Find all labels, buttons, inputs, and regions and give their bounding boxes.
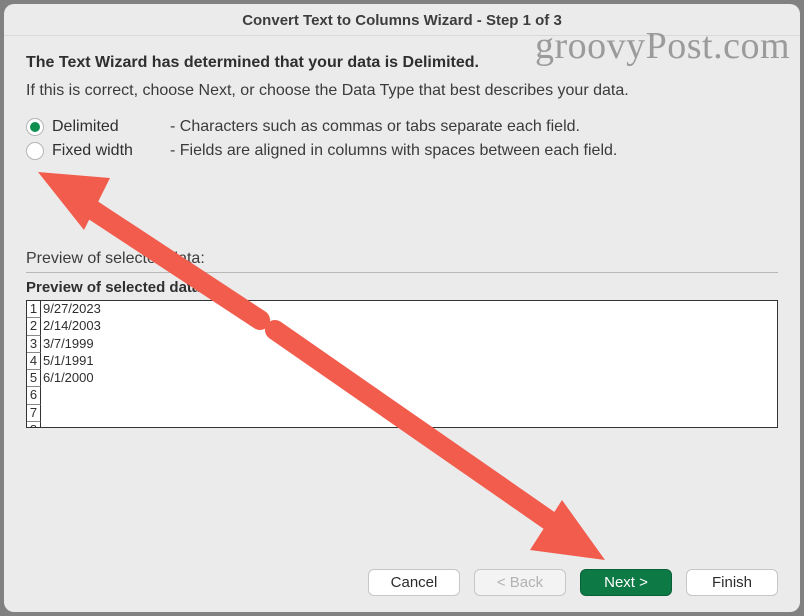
next-button[interactable]: Next > <box>580 569 672 596</box>
table-row: 7 <box>27 405 777 422</box>
row-number: 4 <box>27 353 41 370</box>
data-preview-grid: 19/27/2023 22/14/2003 33/7/1999 45/1/199… <box>26 300 778 428</box>
row-value <box>41 405 777 422</box>
back-button: < Back <box>474 569 566 596</box>
row-number: 7 <box>27 405 41 422</box>
row-value: 9/27/2023 <box>41 301 777 318</box>
wizard-content: The Text Wizard has determined that your… <box>4 36 800 559</box>
wizard-heading: The Text Wizard has determined that your… <box>26 54 778 72</box>
row-number: 3 <box>27 336 41 353</box>
row-value <box>41 422 777 428</box>
row-value: 6/1/2000 <box>41 370 777 387</box>
row-value: 5/1/1991 <box>41 353 777 370</box>
radio-delimited[interactable] <box>26 118 44 136</box>
table-row: 56/1/2000 <box>27 370 777 387</box>
radio-fixed-width[interactable] <box>26 142 44 160</box>
table-row: 45/1/1991 <box>27 353 777 370</box>
preview-label: Preview of selected data: <box>26 250 778 268</box>
row-number: 8 <box>27 422 41 428</box>
option-fixed-width[interactable]: Fixed width - Fields are aligned in colu… <box>26 142 778 160</box>
option-fixed-width-label: Fixed width <box>52 142 162 160</box>
data-type-options: Delimited - Characters such as commas or… <box>26 118 778 160</box>
row-number: 2 <box>27 318 41 335</box>
wizard-buttons: Cancel < Back Next > Finish <box>4 559 800 612</box>
option-delimited-desc: - Characters such as commas or tabs sepa… <box>170 118 580 136</box>
table-row: 6 <box>27 387 777 404</box>
cancel-button[interactable]: Cancel <box>368 569 460 596</box>
option-delimited-label: Delimited <box>52 118 162 136</box>
row-value: 2/14/2003 <box>41 318 777 335</box>
option-delimited[interactable]: Delimited - Characters such as commas or… <box>26 118 778 136</box>
option-fixed-width-desc: - Fields are aligned in columns with spa… <box>170 142 617 160</box>
row-value <box>41 387 777 404</box>
window-title: Convert Text to Columns Wizard - Step 1 … <box>4 4 800 36</box>
row-number: 1 <box>27 301 41 318</box>
wizard-window: Convert Text to Columns Wizard - Step 1 … <box>4 4 800 612</box>
preview-box: Preview of selected data: 19/27/2023 22/… <box>26 272 778 428</box>
table-row: 8 <box>27 422 777 428</box>
table-row: 22/14/2003 <box>27 318 777 335</box>
row-number: 5 <box>27 370 41 387</box>
row-number: 6 <box>27 387 41 404</box>
preview-title: Preview of selected data: <box>26 279 778 296</box>
row-value: 3/7/1999 <box>41 336 777 353</box>
table-row: 33/7/1999 <box>27 336 777 353</box>
table-row: 19/27/2023 <box>27 301 777 318</box>
wizard-subheading: If this is correct, choose Next, or choo… <box>26 82 778 100</box>
finish-button[interactable]: Finish <box>686 569 778 596</box>
